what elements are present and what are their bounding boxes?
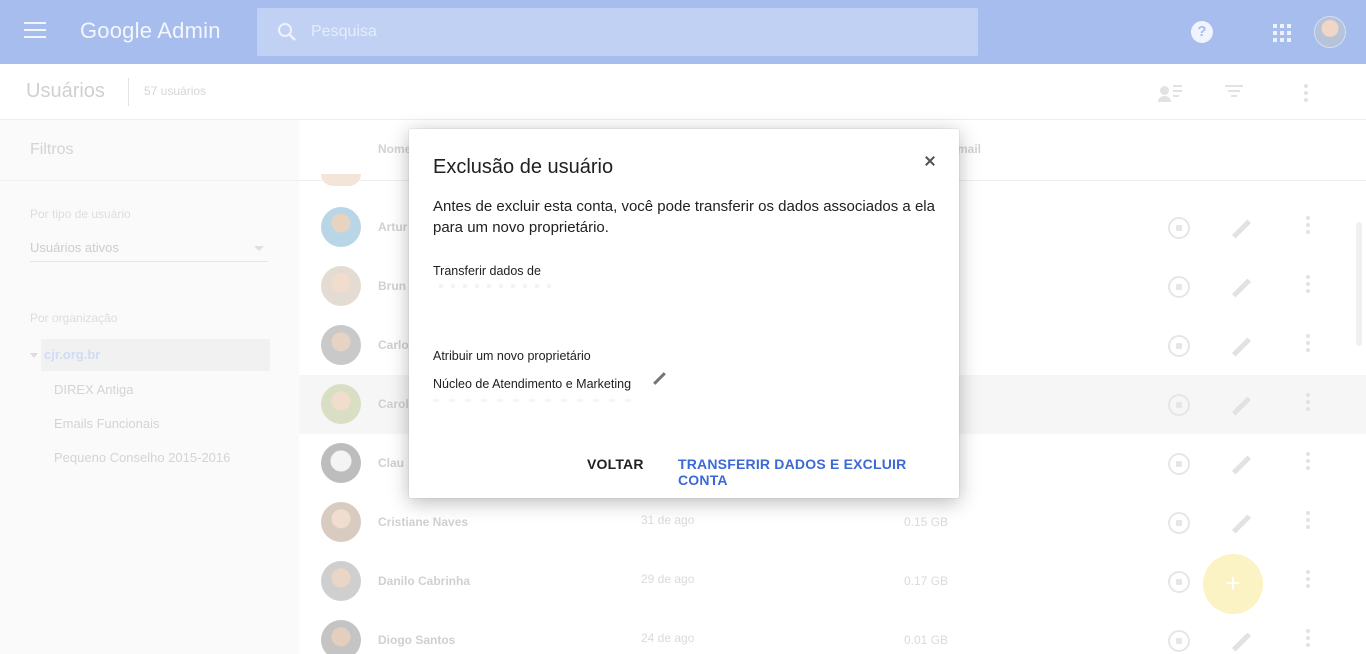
delete-user-dialog: Exclusão de usuário Antes de excluir est… bbox=[409, 129, 959, 498]
dialog-description: Antes de excluir esta conta, você pode t… bbox=[433, 198, 935, 236]
transfer-from-placeholder bbox=[439, 284, 554, 288]
new-owner-label: Atribuir um novo proprietário bbox=[433, 349, 591, 363]
transfer-and-delete-button[interactable]: TRANSFERIR DADOS E EXCLUIR CONTA bbox=[678, 456, 959, 488]
new-owner-field[interactable]: Núcleo de Atendimento e Marketing bbox=[433, 375, 631, 393]
new-owner-value: Núcleo de Atendimento e Marketing bbox=[433, 377, 632, 391]
back-button[interactable]: VOLTAR bbox=[587, 456, 644, 472]
transfer-from-label: Transferir dados de bbox=[433, 264, 541, 278]
edit-icon[interactable] bbox=[652, 372, 666, 386]
dialog-title: Exclusão de usuário bbox=[433, 156, 614, 178]
close-icon[interactable] bbox=[920, 151, 940, 171]
owner-placeholder bbox=[433, 399, 633, 402]
